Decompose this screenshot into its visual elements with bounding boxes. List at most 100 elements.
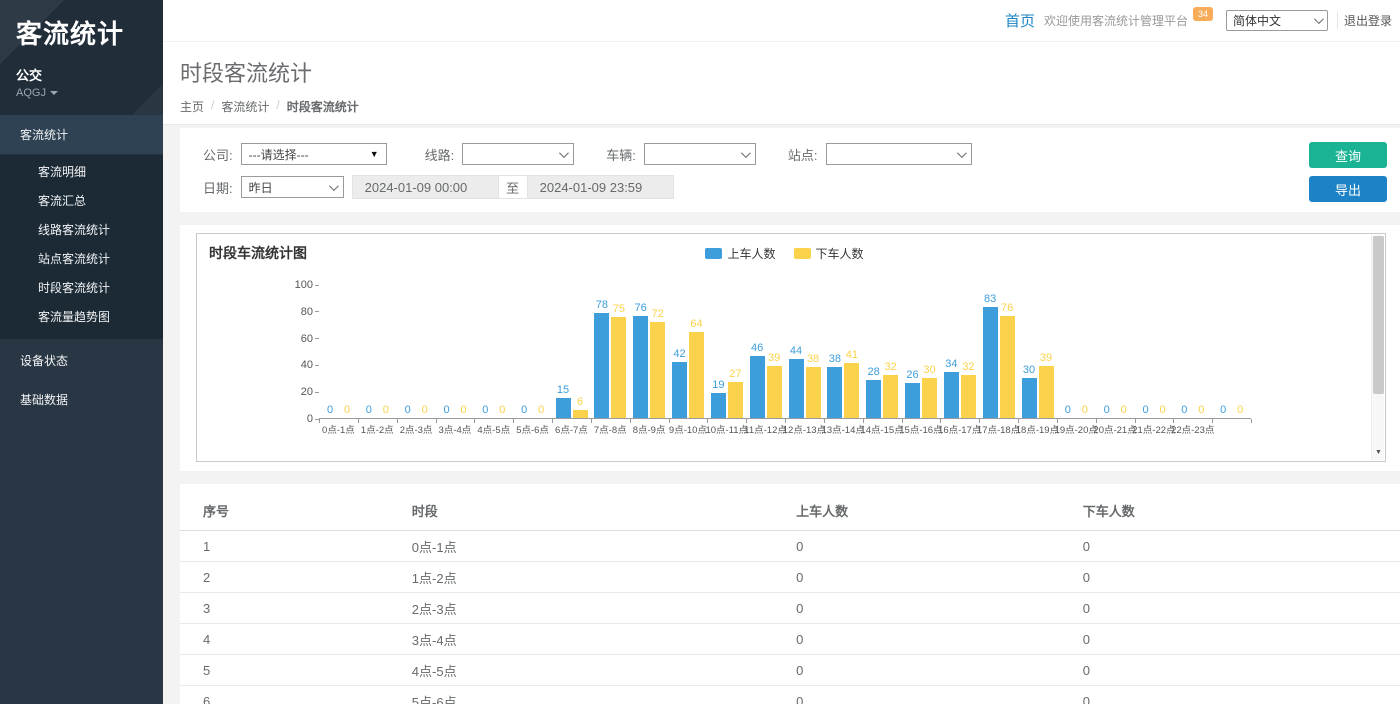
station-select[interactable] bbox=[826, 143, 972, 165]
x-axis-tick bbox=[824, 419, 825, 423]
bar-value-label: 39 bbox=[1027, 352, 1065, 364]
table-row: 65点-6点00 bbox=[180, 686, 1400, 704]
logout-link[interactable]: 退出登录 bbox=[1337, 12, 1392, 29]
date-preset-select[interactable]: 昨日 bbox=[241, 176, 344, 198]
table-column-header: 下车人数 bbox=[1083, 488, 1400, 531]
bar-value-label: 42 bbox=[661, 348, 699, 360]
table-cell: 0 bbox=[1083, 562, 1400, 593]
table-cell: 4 bbox=[180, 624, 412, 655]
chevron-down-icon bbox=[956, 148, 966, 158]
y-axis-tick bbox=[315, 365, 319, 366]
bar-boarding bbox=[827, 367, 842, 418]
table-cell: 0 bbox=[1083, 593, 1400, 624]
sidebar-item-4[interactable]: 站点客流统计 bbox=[0, 244, 163, 273]
table-cell: 5点-6点 bbox=[412, 686, 796, 704]
bar-value-label: 0 bbox=[522, 404, 560, 416]
bar-alighting bbox=[883, 375, 898, 418]
table-cell: 0 bbox=[796, 624, 1083, 655]
table-cell: 5 bbox=[180, 655, 412, 686]
user-dropdown[interactable]: AQGJ bbox=[16, 87, 163, 99]
sidebar-item-0[interactable]: 客流统计 bbox=[0, 115, 163, 155]
legend-swatch bbox=[794, 248, 811, 259]
bar-value-label: 6 bbox=[561, 396, 599, 408]
bar-alighting bbox=[611, 317, 626, 418]
y-axis-label: 20 bbox=[283, 386, 313, 398]
table-cell: 2点-3点 bbox=[412, 593, 796, 624]
x-axis-tick bbox=[707, 419, 708, 423]
bar-alighting bbox=[573, 410, 588, 418]
bar-boarding bbox=[633, 316, 648, 418]
line-select[interactable] bbox=[462, 143, 574, 165]
table-column-header: 序号 bbox=[180, 488, 412, 531]
home-link[interactable]: 首页 bbox=[1005, 10, 1035, 31]
breadcrumb-home[interactable]: 主页 bbox=[180, 98, 204, 115]
date-range-separator: 至 bbox=[499, 175, 527, 199]
x-axis-tick bbox=[397, 419, 398, 423]
breadcrumb-current: 时段客流统计 bbox=[287, 98, 359, 115]
x-axis-tick bbox=[358, 419, 359, 423]
legend-item[interactable]: 上车人数 bbox=[705, 245, 775, 262]
table-cell: 0 bbox=[796, 655, 1083, 686]
y-axis-label: 100 bbox=[283, 279, 313, 291]
chart-legend: 上车人数 下车人数 bbox=[197, 245, 1372, 262]
sidebar-item-2[interactable]: 客流汇总 bbox=[0, 186, 163, 215]
table-cell: 0 bbox=[1083, 655, 1400, 686]
chevron-down-icon bbox=[1314, 14, 1324, 24]
bar-value-label: 32 bbox=[949, 361, 987, 373]
sidebar-item-6[interactable]: 客流量趋势图 bbox=[0, 302, 163, 331]
y-axis-label: 60 bbox=[283, 333, 313, 345]
y-axis-tick bbox=[315, 338, 319, 339]
bar-value-label: 41 bbox=[833, 349, 871, 361]
language-select[interactable]: 简体中文 bbox=[1226, 10, 1328, 31]
x-axis-tick bbox=[863, 419, 864, 423]
sidebar-item-1[interactable]: 客流明细 bbox=[0, 157, 163, 186]
sidebar-header: 客流统计 公交 AQGJ bbox=[0, 0, 163, 115]
company-select[interactable]: ---请选择---▼ bbox=[241, 143, 387, 165]
table-cell: 3 bbox=[180, 593, 412, 624]
table-cell: 6 bbox=[180, 686, 412, 704]
breadcrumb-section[interactable]: 客流统计 bbox=[221, 98, 269, 115]
query-button[interactable]: 查询 bbox=[1309, 142, 1387, 168]
sidebar-item-5[interactable]: 时段客流统计 bbox=[0, 273, 163, 302]
scrollbar-thumb[interactable] bbox=[1373, 236, 1384, 394]
bar-value-label: 30 bbox=[1010, 364, 1048, 376]
table-cell: 0 bbox=[1083, 624, 1400, 655]
table-column-header: 时段 bbox=[412, 488, 796, 531]
date-from-input[interactable]: 2024-01-09 00:00 bbox=[352, 175, 499, 199]
vehicle-select[interactable] bbox=[644, 143, 756, 165]
sidebar-item-8[interactable]: 基础数据 bbox=[0, 380, 163, 419]
date-to-input[interactable]: 2024-01-09 23:59 bbox=[527, 175, 674, 199]
bar-alighting bbox=[650, 322, 665, 418]
x-axis-tick bbox=[785, 419, 786, 423]
x-axis-tick bbox=[979, 419, 980, 423]
scrollbar-down-arrow-icon[interactable]: ▼ bbox=[1372, 446, 1385, 459]
x-axis-tick bbox=[1212, 419, 1213, 423]
x-axis-label: 22点-23点 bbox=[1163, 422, 1222, 436]
page-title: 时段客流统计 bbox=[180, 56, 1400, 88]
bar-boarding bbox=[750, 356, 765, 418]
x-axis-tick bbox=[474, 419, 475, 423]
bar-chart: 020406080100000点-1点001点-2点002点-3点003点-4点… bbox=[319, 285, 1251, 419]
table-cell: 0点-1点 bbox=[412, 531, 796, 562]
chevron-down-icon bbox=[741, 148, 751, 158]
bar-alighting bbox=[922, 378, 937, 418]
x-axis-tick bbox=[552, 419, 553, 423]
table-row: 43点-4点00 bbox=[180, 624, 1400, 655]
export-button[interactable]: 导出 bbox=[1309, 176, 1387, 202]
bar-boarding bbox=[594, 313, 609, 418]
x-axis-tick bbox=[1135, 419, 1136, 423]
bar-alighting bbox=[689, 332, 704, 418]
notification-badge[interactable]: 34 bbox=[1193, 7, 1213, 21]
x-axis-tick bbox=[746, 419, 747, 423]
sidebar-item-7[interactable]: 设备状态 bbox=[0, 341, 163, 380]
main-area: 首页 欢迎使用客流统计管理平台 34 简体中文 退出登录 时段客流统计 主页 /… bbox=[163, 0, 1400, 704]
sidebar-item-3[interactable]: 线路客流统计 bbox=[0, 215, 163, 244]
content: 公司: ---请选择---▼ 线路: 车辆: 站点: bbox=[163, 125, 1400, 704]
sidebar: 客流统计 公交 AQGJ 客流统计客流明细客流汇总线路客流统计站点客流统计时段客… bbox=[0, 0, 163, 704]
bar-boarding bbox=[944, 372, 959, 418]
chart-vertical-scrollbar[interactable]: ▼ bbox=[1371, 235, 1384, 460]
x-axis-tick bbox=[1057, 419, 1058, 423]
legend-item[interactable]: 下车人数 bbox=[794, 245, 864, 262]
table-cell: 4点-5点 bbox=[412, 655, 796, 686]
stats-table: 序号时段上车人数下车人数 10点-1点0021点-2点0032点-3点0043点… bbox=[180, 488, 1400, 704]
